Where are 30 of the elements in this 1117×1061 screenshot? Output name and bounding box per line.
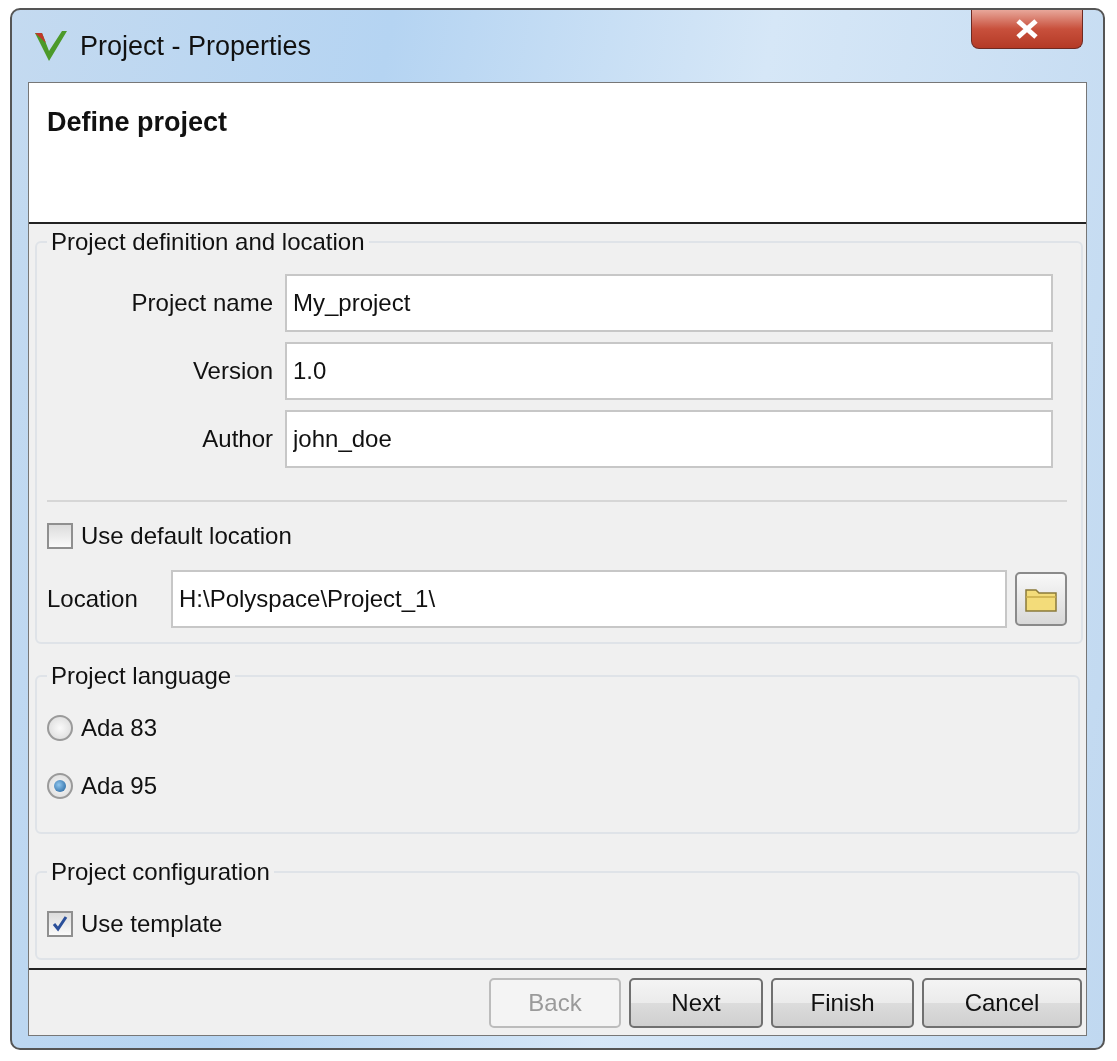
checkbox[interactable] [47, 911, 73, 938]
field-label: Location [47, 585, 139, 614]
checkbox-label: Use template [81, 910, 223, 939]
text-field[interactable]: john_doe [285, 410, 1053, 469]
field-label: Author [201, 425, 274, 454]
browse-button[interactable] [1015, 572, 1067, 627]
close-icon [1015, 19, 1039, 39]
field-label: Project name [130, 289, 274, 318]
radio-label: Ada 95 [81, 772, 158, 801]
folder-icon [1025, 586, 1057, 613]
group-title: Project configuration [50, 858, 271, 887]
radio-button[interactable] [47, 773, 73, 800]
dialog-button[interactable]: Next [629, 977, 763, 1028]
group-title: Project language [50, 662, 233, 691]
radio-label: Ada 83 [81, 714, 158, 743]
dialog-button[interactable]: Finish [771, 977, 914, 1028]
app-logo-icon [34, 31, 68, 61]
check-icon [51, 915, 69, 934]
window-title: Project - Properties [80, 30, 312, 62]
dialog-button[interactable]: Cancel [922, 977, 1082, 1028]
radio-button[interactable] [47, 715, 73, 742]
page-heading: Define project [47, 107, 228, 138]
group-title: Project definition and location [50, 228, 366, 257]
close-button[interactable] [971, 10, 1083, 49]
location-field[interactable]: H:\Polyspace\Project_1\ [171, 570, 1007, 629]
field-label: Version [191, 357, 274, 386]
text-field[interactable]: 1.0 [285, 342, 1053, 401]
checkbox-label: Use default location [81, 522, 292, 551]
checkbox[interactable] [47, 523, 73, 550]
text-field[interactable]: My_project [285, 274, 1053, 333]
